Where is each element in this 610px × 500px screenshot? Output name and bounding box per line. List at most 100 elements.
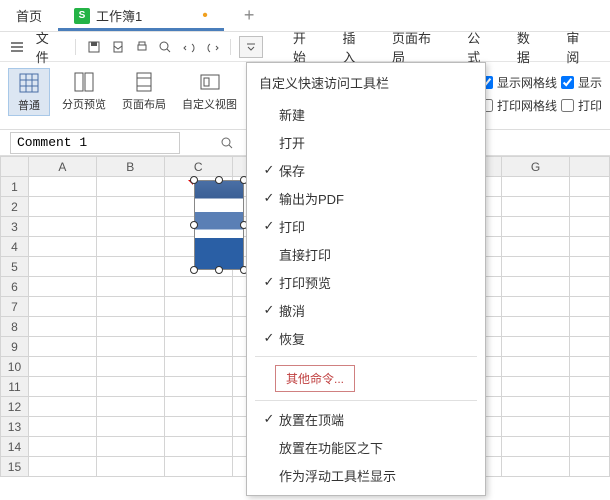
menu-item[interactable]: ✓放置在顶端: [247, 405, 485, 433]
embedded-image-object[interactable]: [194, 180, 244, 270]
cell[interactable]: [28, 457, 96, 477]
cell[interactable]: [570, 257, 610, 277]
name-box[interactable]: [10, 132, 180, 154]
cell[interactable]: [502, 357, 570, 377]
view-custom-button[interactable]: 自定义视图: [178, 68, 241, 114]
cell[interactable]: [570, 397, 610, 417]
cell[interactable]: [28, 297, 96, 317]
menu-item[interactable]: ✓打印预览: [247, 268, 485, 296]
cell[interactable]: [28, 357, 96, 377]
resize-handle[interactable]: [190, 221, 198, 229]
cell[interactable]: [502, 257, 570, 277]
resize-handle[interactable]: [215, 176, 223, 184]
cell[interactable]: [96, 337, 164, 357]
qat-customize-button[interactable]: [239, 36, 263, 58]
select-all-corner[interactable]: [1, 157, 29, 177]
ribbon-tab-start[interactable]: 开始: [283, 28, 329, 66]
print-gridlines-checkbox[interactable]: 打印网格线 打印: [480, 97, 602, 114]
cell[interactable]: [502, 217, 570, 237]
row-header[interactable]: 9: [1, 337, 29, 357]
tab-workbook[interactable]: S 工作簿1 •: [58, 0, 224, 31]
row-header[interactable]: 7: [1, 297, 29, 317]
cell[interactable]: [164, 397, 232, 417]
cell[interactable]: [96, 317, 164, 337]
cell[interactable]: [164, 317, 232, 337]
resize-handle[interactable]: [190, 176, 198, 184]
ribbon-tab-review[interactable]: 审阅: [556, 28, 602, 66]
undo-icon[interactable]: [179, 37, 199, 57]
cell[interactable]: [164, 457, 232, 477]
magnifier-icon[interactable]: [220, 136, 234, 150]
cell[interactable]: [28, 197, 96, 217]
row-header[interactable]: 6: [1, 277, 29, 297]
row-header[interactable]: 11: [1, 377, 29, 397]
cell[interactable]: [164, 337, 232, 357]
cell[interactable]: [570, 277, 610, 297]
view-normal-button[interactable]: 普通: [8, 68, 50, 116]
cell[interactable]: [502, 197, 570, 217]
cell[interactable]: [96, 417, 164, 437]
cell[interactable]: [570, 377, 610, 397]
cell[interactable]: [570, 417, 610, 437]
cell[interactable]: [96, 257, 164, 277]
cell[interactable]: [96, 237, 164, 257]
col-header[interactable]: B: [96, 157, 164, 177]
cell[interactable]: [96, 297, 164, 317]
menu-item[interactable]: ✓保存: [247, 156, 485, 184]
cell[interactable]: [28, 417, 96, 437]
cell[interactable]: [502, 397, 570, 417]
print-icon[interactable]: [132, 37, 152, 57]
resize-handle[interactable]: [190, 266, 198, 274]
save-icon[interactable]: [84, 37, 104, 57]
cell[interactable]: [570, 337, 610, 357]
cell[interactable]: [570, 197, 610, 217]
cell[interactable]: [96, 397, 164, 417]
cell[interactable]: [502, 297, 570, 317]
cell[interactable]: [28, 437, 96, 457]
row-header[interactable]: 12: [1, 397, 29, 417]
row-header[interactable]: 13: [1, 417, 29, 437]
cell[interactable]: [164, 277, 232, 297]
menu-item[interactable]: ✓撤消: [247, 296, 485, 324]
col-header[interactable]: C: [164, 157, 232, 177]
show-gridlines-checkbox[interactable]: 显示网格线 显示: [480, 74, 602, 91]
cell[interactable]: [570, 457, 610, 477]
menu-item[interactable]: 打开: [247, 128, 485, 156]
row-header[interactable]: 3: [1, 217, 29, 237]
cell[interactable]: [28, 257, 96, 277]
cell[interactable]: [570, 437, 610, 457]
print-preview-icon[interactable]: [155, 37, 175, 57]
hamburger-icon[interactable]: [8, 38, 26, 56]
view-pagelayout-button[interactable]: 页面布局: [118, 68, 170, 114]
tab-home[interactable]: 首页: [0, 0, 58, 31]
cell[interactable]: [164, 357, 232, 377]
cell[interactable]: [570, 317, 610, 337]
cell[interactable]: [96, 217, 164, 237]
row-header[interactable]: 14: [1, 437, 29, 457]
cell[interactable]: [28, 397, 96, 417]
cell[interactable]: [502, 377, 570, 397]
menu-item[interactable]: 放置在功能区之下: [247, 433, 485, 461]
row-header[interactable]: 10: [1, 357, 29, 377]
cell[interactable]: [96, 277, 164, 297]
cell[interactable]: [570, 357, 610, 377]
menu-item[interactable]: ✓打印: [247, 212, 485, 240]
row-header[interactable]: 1: [1, 177, 29, 197]
export-pdf-icon[interactable]: [108, 37, 128, 57]
cell[interactable]: [502, 237, 570, 257]
cell[interactable]: [28, 317, 96, 337]
cell[interactable]: [96, 437, 164, 457]
cell[interactable]: [164, 377, 232, 397]
menu-other-commands[interactable]: 其他命令...: [275, 365, 355, 392]
cell[interactable]: [28, 337, 96, 357]
row-header[interactable]: 4: [1, 237, 29, 257]
cell[interactable]: [164, 417, 232, 437]
row-header[interactable]: 15: [1, 457, 29, 477]
ribbon-tab-data[interactable]: 数据: [507, 28, 553, 66]
cell[interactable]: [502, 177, 570, 197]
cell[interactable]: [96, 197, 164, 217]
menu-item[interactable]: ✓恢复: [247, 324, 485, 352]
cell[interactable]: [570, 237, 610, 257]
cell[interactable]: [502, 337, 570, 357]
cell[interactable]: [570, 177, 610, 197]
